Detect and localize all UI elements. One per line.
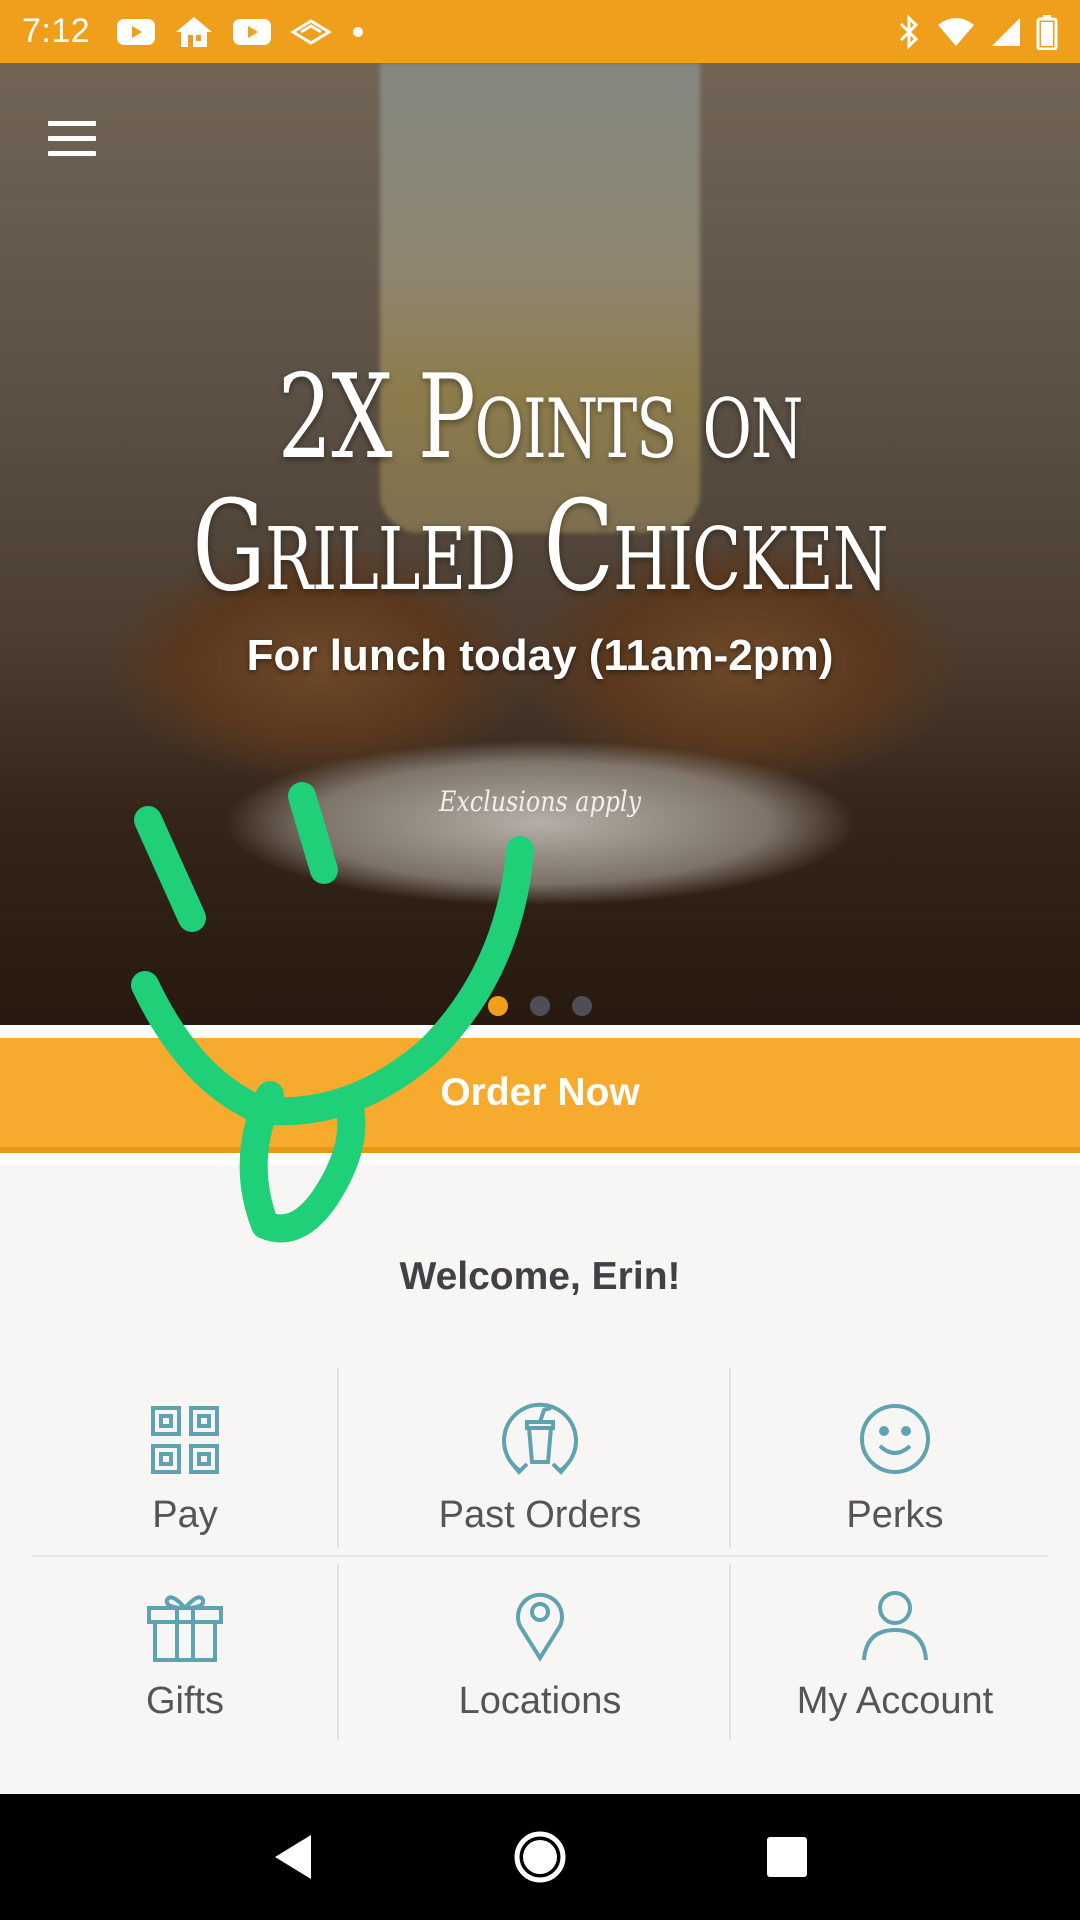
dot-icon <box>350 24 366 40</box>
person-icon <box>860 1572 930 1662</box>
recents-icon[interactable] <box>752 1822 822 1892</box>
order-bar: Order Now <box>0 1025 1080 1165</box>
carousel-dot-1[interactable] <box>488 996 508 1016</box>
home-button-icon[interactable] <box>505 1822 575 1892</box>
promo-title-line2: Grilled Chicken <box>192 474 888 619</box>
tile-label-my-account: My Account <box>796 1680 994 1722</box>
status-left-icons <box>116 15 366 49</box>
welcome-message: Welcome, Erin! <box>399 1255 681 1298</box>
cup-refresh-icon <box>497 1386 583 1476</box>
promo-exclusions: Exclusions apply <box>438 785 642 818</box>
youtube-icon <box>232 17 272 47</box>
status-right-icons <box>896 14 1058 50</box>
wifi-icon <box>936 16 976 48</box>
tile-past-orders[interactable]: Past Orders <box>387 1368 693 1554</box>
youtube-icon <box>116 17 156 47</box>
carousel-dots <box>0 996 1080 1016</box>
action-grid: Pay Past Orders Perks Gifts Locations My… <box>32 1368 1048 1740</box>
system-nav-bar <box>0 1794 1080 1920</box>
status-bar: 7:12 <box>0 0 1080 63</box>
wireless-icon <box>290 17 333 47</box>
battery-icon <box>1036 14 1058 50</box>
tile-locations[interactable]: Locations <box>387 1554 693 1740</box>
status-time: 7:12 <box>22 12 91 50</box>
tile-label-past-orders: Past Orders <box>438 1494 642 1536</box>
hamburger-menu-icon[interactable] <box>48 121 98 161</box>
tile-label-gifts: Gifts <box>145 1680 225 1722</box>
tile-my-account[interactable]: My Account <box>742 1554 1048 1740</box>
grid-divider <box>729 1564 731 1740</box>
tile-label-perks: Perks <box>846 1494 944 1536</box>
smiley-icon <box>858 1386 932 1476</box>
order-now-button[interactable]: Order Now <box>0 1038 1080 1153</box>
home-icon <box>174 15 214 49</box>
promo-title-line1: 2X Points on <box>277 350 804 486</box>
tile-label-pay: Pay <box>152 1494 218 1536</box>
tile-pay[interactable]: Pay <box>32 1368 338 1554</box>
bluetooth-icon <box>896 14 922 49</box>
carousel-dot-3[interactable] <box>572 996 592 1016</box>
back-icon[interactable] <box>258 1822 328 1892</box>
gift-icon <box>145 1572 225 1662</box>
qr-code-icon <box>149 1386 221 1476</box>
grid-divider <box>729 1368 731 1548</box>
promo-carousel[interactable]: 2X Points on Grilled Chicken For lunch t… <box>0 63 1080 1025</box>
cell-signal-icon <box>990 16 1022 48</box>
promo-subtitle: For lunch today (11am-2pm) <box>246 631 834 680</box>
tile-label-locations: Locations <box>458 1680 622 1722</box>
carousel-dot-2[interactable] <box>530 996 550 1016</box>
location-pin-icon <box>512 1572 568 1662</box>
tile-gifts[interactable]: Gifts <box>32 1554 338 1740</box>
tile-perks[interactable]: Perks <box>742 1368 1048 1554</box>
